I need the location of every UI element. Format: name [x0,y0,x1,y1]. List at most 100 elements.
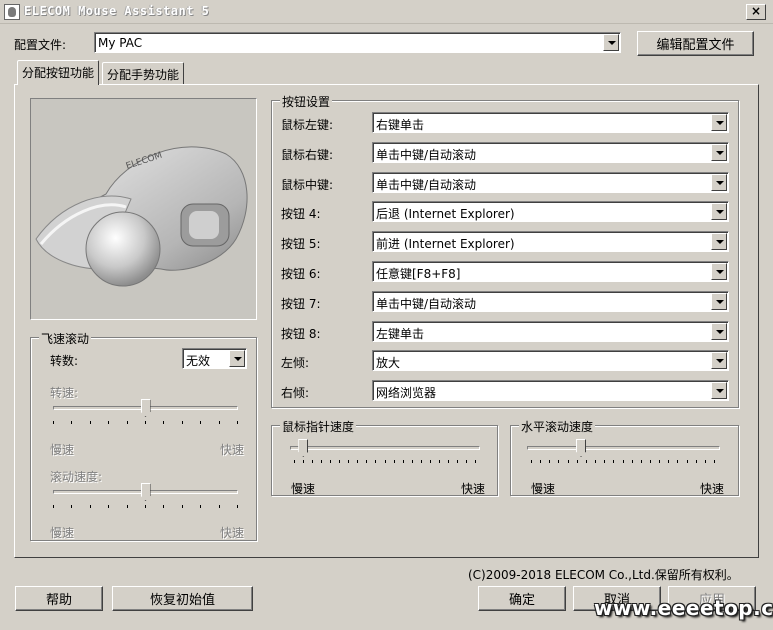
pointer-speed-slider-track[interactable] [290,446,480,450]
mouse-image: ELECOM [30,98,257,320]
tick-mark [375,460,376,463]
button-row-value: 放大 [376,356,401,371]
tick-mark [659,460,660,463]
close-icon: × [750,4,762,18]
speed-slow-label: 慢速 [50,443,75,457]
button-row-select[interactable]: 左键单击 [372,320,729,342]
watermark-text: www.eeeetop.com [594,596,773,620]
tick-mark [163,421,164,424]
button-row-value: 左键单击 [376,326,425,341]
chevron-down-icon[interactable] [711,114,727,131]
tick-mark [705,460,706,463]
button-row-select[interactable]: 单击中键/自动滚动 [372,141,729,163]
speed-label: 转速: [50,386,79,400]
button-row-label: 按钮 8: [281,326,321,341]
button-row-select[interactable]: 任意键[F8+F8] [372,261,729,282]
tab-assign-gestures[interactable]: 分配手势功能 [102,62,185,84]
chevron-down-icon[interactable] [711,143,727,161]
button-row-label: 右倾: [281,386,310,401]
tick-mark [366,460,367,463]
button-row-select[interactable]: 前进 (Internet Explorer) [372,231,729,253]
ok-button[interactable]: 确定 [478,586,566,611]
chevron-down-icon[interactable] [711,382,727,400]
hscroll-slow-label: 慢速 [531,482,556,496]
tick-mark [586,460,587,463]
tick-mark [394,460,395,463]
tick-mark [540,460,541,463]
horizontal-scroll-slider-track[interactable] [527,446,720,450]
chevron-down-icon[interactable] [711,292,727,310]
button-row-select[interactable]: 右键单击 [372,112,729,133]
tick-mark [219,421,220,424]
tick-mark [108,505,109,508]
tick-mark [466,460,467,463]
button-row-value: 任意键[F8+F8] [376,267,461,281]
chevron-down-icon[interactable] [711,263,727,280]
rotation-label: 转数: [50,354,79,368]
help-button[interactable]: 帮助 [15,586,103,611]
tick-mark [632,460,633,463]
tick-mark [531,460,532,463]
tick-mark [613,460,614,463]
tick-mark [237,421,238,424]
pointer-fast-label: 快速 [461,482,486,496]
window-title: ELECOM Mouse Assistant 5 [24,4,210,18]
button-row-select[interactable]: 单击中键/自动滚动 [372,290,729,312]
chevron-down-icon[interactable] [711,322,727,340]
chevron-down-icon[interactable] [711,203,727,221]
scroll-speed-label: 滚动速度: [50,470,103,484]
button-settings-title: 按钮设置 [280,93,333,110]
button-row-select[interactable]: 放大 [372,350,729,372]
button-row-value: 前进 (Internet Explorer) [376,237,515,252]
tick-mark [200,421,201,424]
button-row-value: 单击中键/自动滚动 [376,177,477,192]
tick-mark [145,421,146,424]
chevron-down-icon[interactable] [711,233,727,251]
scroll-slow-label: 慢速 [50,526,75,540]
tick-mark [577,460,578,463]
speed-fast-label: 快速 [220,443,245,457]
tick-mark [219,505,220,508]
speed-slider-ticks [53,421,238,426]
button-row-value: 网络浏览器 [376,386,437,401]
title-bar: ELECOM Mouse Assistant 5 × [0,0,773,24]
button-row-select[interactable]: 后退 (Internet Explorer) [372,201,729,223]
tick-mark [127,505,128,508]
copyright-text: (C)2009-2018 ELECOM Co.,Ltd.保留所有权利。 [468,568,739,582]
app-mouse-icon [4,4,20,20]
tick-mark [312,460,313,463]
tick-mark [90,421,91,424]
trackball-mouse-icon: ELECOM [35,146,248,287]
tick-mark [348,460,349,463]
tick-mark [558,460,559,463]
rotation-select[interactable]: 无效 [182,348,247,369]
button-row-label: 按钮 7: [281,296,321,311]
tick-mark [294,460,295,463]
profile-select[interactable]: My PAC [94,32,621,53]
chevron-down-icon[interactable] [229,350,245,367]
close-button[interactable]: × [746,4,766,20]
tick-mark [357,460,358,463]
pointer-speed-slider-ticks [294,460,476,465]
horizontal-scroll-title: 水平滚动速度 [519,418,596,435]
hscroll-fast-label: 快速 [700,482,725,496]
tick-mark [53,421,54,424]
button-row-select[interactable]: 网络浏览器 [372,380,729,402]
tick-mark [108,421,109,424]
tab-assign-buttons[interactable]: 分配按钮功能 [17,60,100,85]
edit-profile-button[interactable]: 编辑配置文件 [637,31,754,56]
tick-mark [421,460,422,463]
tick-mark [687,460,688,463]
chevron-down-icon[interactable] [603,34,619,51]
tick-mark [448,460,449,463]
button-row-select[interactable]: 单击中键/自动滚动 [372,171,729,193]
chevron-down-icon[interactable] [711,352,727,370]
restore-defaults-button[interactable]: 恢复初始值 [112,586,253,611]
tick-mark [303,460,304,463]
tick-mark [650,460,651,463]
scroll-fast-label: 快速 [220,526,245,540]
tick-mark [430,460,431,463]
button-row-value: 单击中键/自动滚动 [376,296,477,311]
chevron-down-icon[interactable] [711,173,727,191]
button-row-label: 按钮 4: [281,207,321,222]
